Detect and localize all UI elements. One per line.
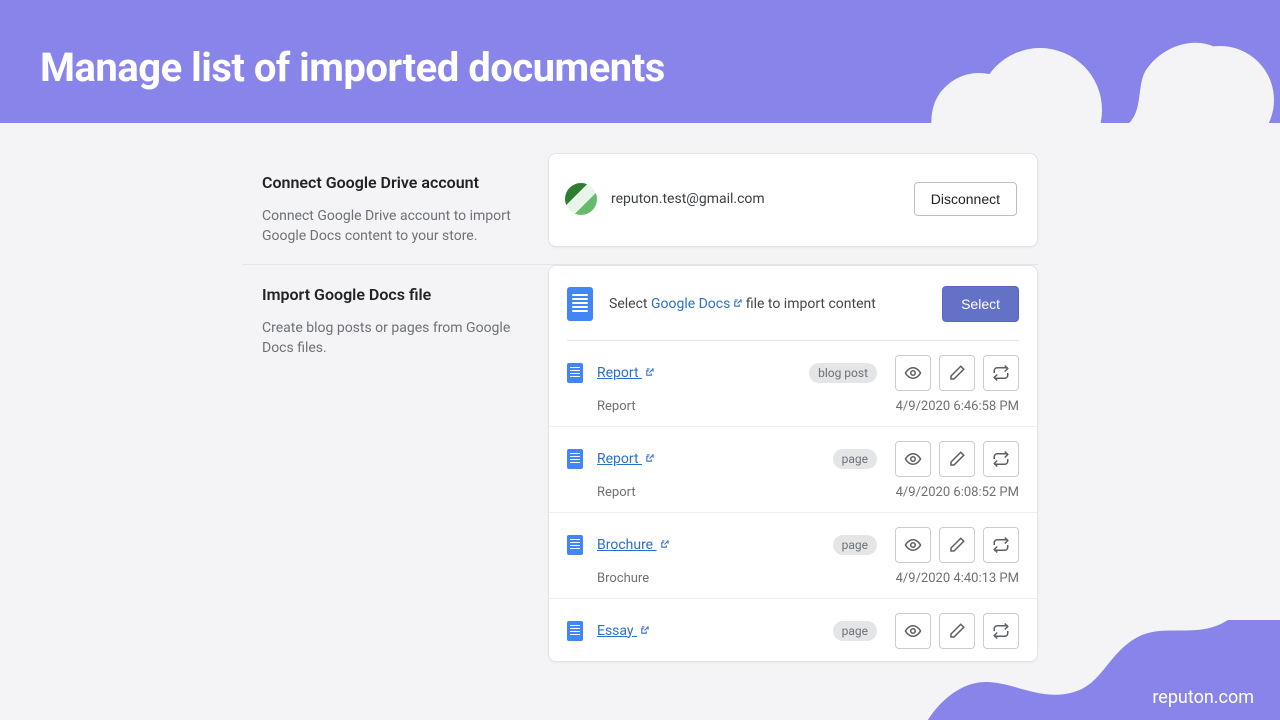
doc-timestamp: 4/9/2020 6:46:58 PM — [896, 399, 1019, 414]
brand-label: reputon.com — [1152, 687, 1254, 708]
doc-row: Report pageReport4/9/2020 6:08:52 PM — [549, 427, 1037, 513]
google-docs-icon — [567, 449, 583, 469]
edit-button[interactable] — [939, 441, 975, 477]
doc-subtitle: Report — [597, 399, 636, 414]
doc-type-badge: page — [833, 449, 877, 469]
page-banner: Manage list of imported documents — [0, 0, 1280, 123]
google-docs-icon — [567, 535, 583, 555]
doc-timestamp: 4/9/2020 6:08:52 PM — [896, 485, 1019, 500]
import-title: Import Google Docs file — [262, 285, 514, 304]
doc-timestamp: 4/9/2020 4:40:13 PM — [896, 571, 1019, 586]
doc-link[interactable]: Essay — [597, 623, 833, 639]
sync-button[interactable] — [983, 355, 1019, 391]
doc-link[interactable]: Brochure — [597, 537, 833, 553]
external-link-icon — [733, 299, 742, 308]
doc-type-badge: page — [833, 535, 877, 555]
connect-desc: Connect Google Drive account to import G… — [262, 206, 514, 247]
disconnect-button[interactable]: Disconnect — [914, 182, 1017, 216]
view-button[interactable] — [895, 613, 931, 649]
sync-button[interactable] — [983, 613, 1019, 649]
google-docs-icon — [567, 287, 593, 321]
select-instruction: Select Google Docs file to import conten… — [609, 296, 942, 312]
doc-row: Essay page — [549, 599, 1037, 661]
import-section: Import Google Docs file Create blog post… — [242, 265, 1038, 662]
doc-link[interactable]: Report — [597, 451, 833, 467]
google-docs-icon — [567, 363, 583, 383]
docs-list: Report blog postReport4/9/2020 6:46:58 P… — [549, 341, 1037, 661]
connect-account-section: Connect Google Drive account Connect Goo… — [242, 153, 1038, 247]
sync-button[interactable] — [983, 441, 1019, 477]
sync-button[interactable] — [983, 527, 1019, 563]
edit-button[interactable] — [939, 613, 975, 649]
import-desc: Create blog posts or pages from Google D… — [262, 318, 514, 359]
doc-subtitle: Report — [597, 485, 636, 500]
doc-row: Report blog postReport4/9/2020 6:46:58 P… — [549, 341, 1037, 427]
google-docs-link[interactable]: Google Docs — [651, 296, 742, 312]
doc-type-badge: page — [833, 621, 877, 641]
select-button[interactable]: Select — [942, 286, 1019, 322]
external-link-icon — [660, 540, 669, 549]
view-button[interactable] — [895, 441, 931, 477]
doc-link[interactable]: Report — [597, 365, 809, 381]
external-link-icon — [645, 454, 654, 463]
view-button[interactable] — [895, 527, 931, 563]
connect-title: Connect Google Drive account — [262, 173, 514, 192]
import-left-panel: Import Google Docs file Create blog post… — [262, 265, 514, 662]
edit-button[interactable] — [939, 355, 975, 391]
view-button[interactable] — [895, 355, 931, 391]
connect-left-panel: Connect Google Drive account Connect Goo… — [262, 153, 514, 247]
connect-card: reputon.test@gmail.com Disconnect — [548, 153, 1038, 247]
doc-subtitle: Brochure — [597, 571, 649, 586]
external-link-icon — [645, 368, 654, 377]
doc-row: Brochure pageBrochure4/9/2020 4:40:13 PM — [549, 513, 1037, 599]
doc-type-badge: blog post — [809, 363, 877, 383]
page-title: Manage list of imported documents — [0, 0, 1280, 91]
google-docs-icon — [567, 621, 583, 641]
external-link-icon — [640, 626, 649, 635]
content-area: Connect Google Drive account Connect Goo… — [242, 153, 1038, 662]
account-email: reputon.test@gmail.com — [611, 191, 914, 207]
edit-button[interactable] — [939, 527, 975, 563]
import-card: Select Google Docs file to import conten… — [548, 265, 1038, 662]
account-avatar — [565, 183, 597, 215]
